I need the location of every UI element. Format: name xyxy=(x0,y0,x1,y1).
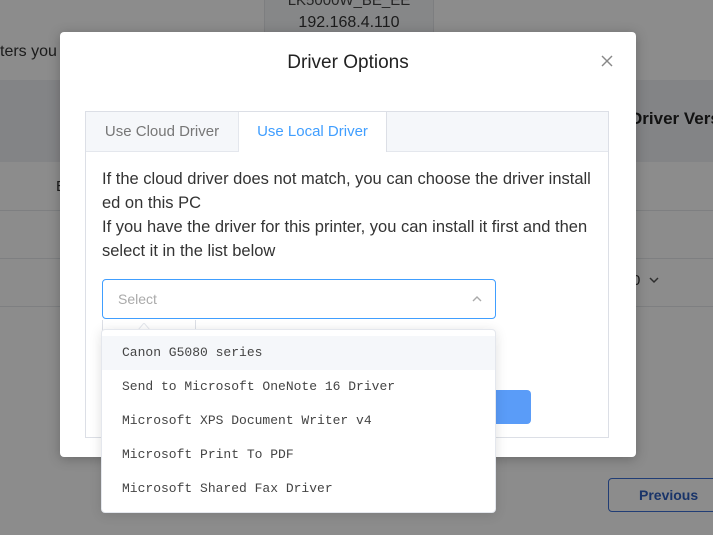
chevron-up-icon xyxy=(472,296,482,302)
dropdown-option[interactable]: Canon G5080 series xyxy=(102,336,495,370)
dropdown-option[interactable]: Send to Microsoft OneNote 16 Driver xyxy=(102,370,495,404)
driver-dropdown-list: Canon G5080 series Send to Microsoft One… xyxy=(101,329,496,513)
driver-select[interactable]: Select xyxy=(102,279,496,319)
dialog-title: Driver Options xyxy=(287,52,409,73)
dropdown-option[interactable]: Microsoft Print To PDF xyxy=(102,438,495,472)
dropdown-option[interactable]: Microsoft Shared Fax Driver xyxy=(102,472,495,506)
tab-bar: Use Cloud Driver Use Local Driver xyxy=(86,112,608,152)
dropdown-option[interactable]: Microsoft XPS Document Writer v4 xyxy=(102,404,495,438)
select-placeholder: Select xyxy=(118,291,157,307)
close-icon[interactable] xyxy=(598,52,616,70)
description-line-2: If you have the driver for this printer,… xyxy=(102,218,588,260)
tab-use-local-driver[interactable]: Use Local Driver xyxy=(239,112,387,152)
confirm-button[interactable] xyxy=(491,390,531,424)
driver-description: If the cloud driver does not match, you … xyxy=(102,167,598,263)
tab-use-cloud-driver[interactable]: Use Cloud Driver xyxy=(86,112,239,152)
description-line-1: If the cloud driver does not match, you … xyxy=(102,170,591,212)
